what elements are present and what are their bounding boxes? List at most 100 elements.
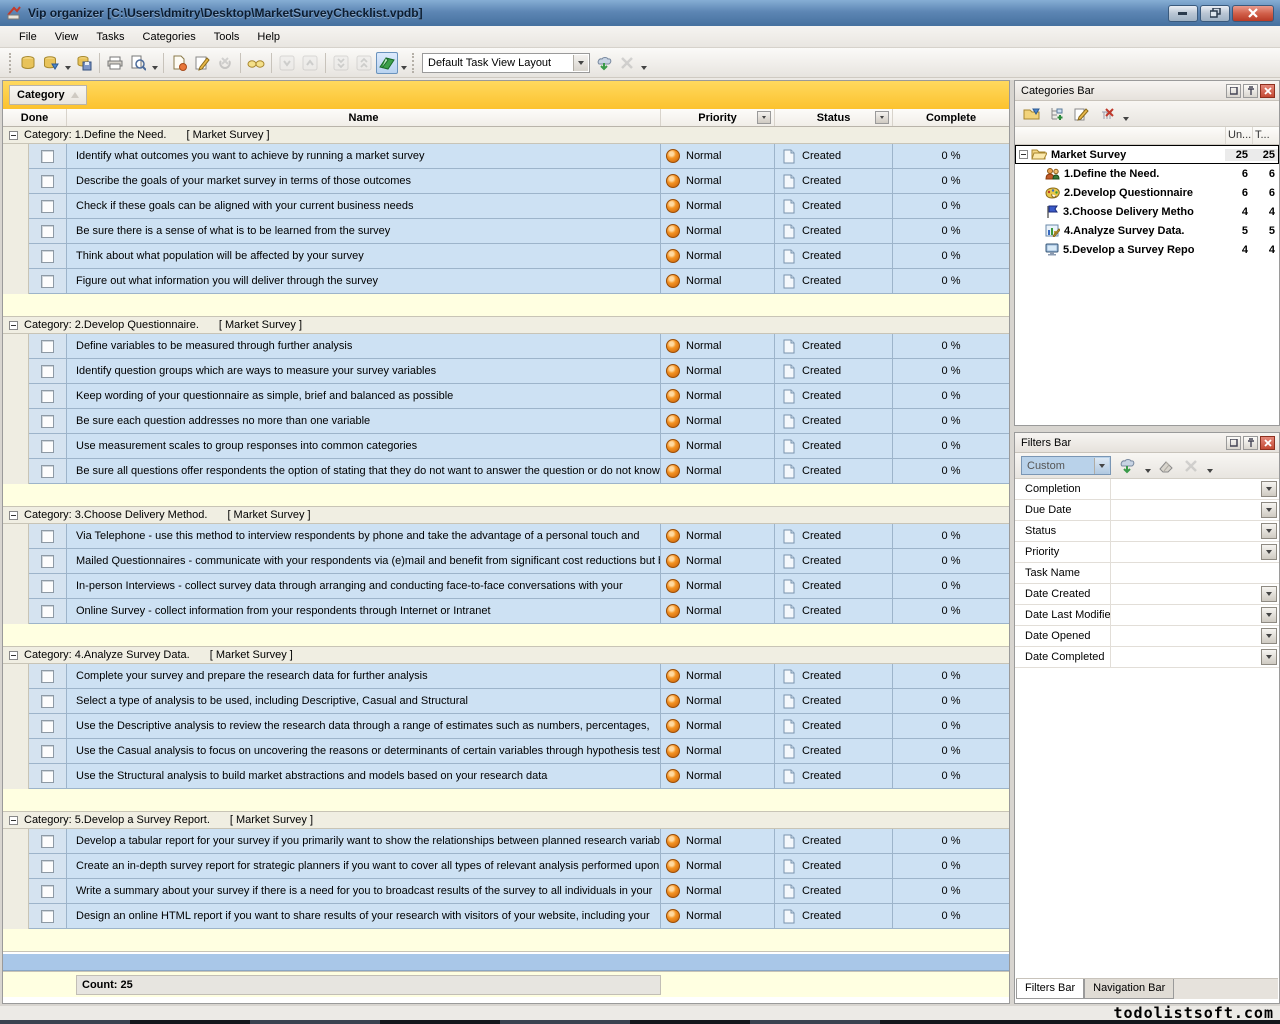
priority-cell[interactable]: Normal — [661, 879, 775, 904]
column-priority[interactable]: Priority — [661, 109, 775, 126]
priority-cell[interactable]: Normal — [661, 829, 775, 854]
filter-dropdown-button[interactable] — [1261, 586, 1277, 602]
table-row[interactable]: Check if these goals can be aligned with… — [3, 194, 1009, 219]
done-cell[interactable] — [29, 714, 67, 739]
apply-filter-dropdown[interactable] — [1143, 455, 1152, 477]
table-row[interactable]: Identify what outcomes you want to achie… — [3, 144, 1009, 169]
task-checkbox[interactable] — [41, 860, 54, 873]
task-checkbox[interactable] — [41, 275, 54, 288]
priority-cell[interactable]: Normal — [661, 764, 775, 789]
done-cell[interactable] — [29, 829, 67, 854]
layout-combo-arrow[interactable] — [573, 55, 588, 71]
categories-close-icon[interactable] — [1260, 84, 1275, 98]
complete-cell[interactable]: 0 % — [893, 459, 1009, 484]
edit-task-button[interactable] — [191, 52, 213, 74]
done-cell[interactable] — [29, 689, 67, 714]
tree-item[interactable]: 4.Analyze Survey Data.55 — [1015, 221, 1279, 240]
table-row[interactable]: Describe the goals of your market survey… — [3, 169, 1009, 194]
delete-filter-button[interactable] — [1180, 455, 1202, 477]
add-subcategory-button[interactable] — [1046, 103, 1068, 125]
filter-value-field[interactable] — [1111, 563, 1279, 583]
task-checkbox[interactable] — [41, 440, 54, 453]
done-cell[interactable] — [29, 764, 67, 789]
tree-minus-icon[interactable] — [1019, 150, 1028, 159]
done-cell[interactable] — [29, 269, 67, 294]
priority-cell[interactable]: Normal — [661, 219, 775, 244]
filter-dropdown-button[interactable] — [1261, 628, 1277, 644]
status-cell[interactable]: Created — [775, 434, 893, 459]
status-cell[interactable]: Created — [775, 689, 893, 714]
filters-restore-icon[interactable] — [1226, 436, 1241, 450]
status-cell[interactable]: Created — [775, 829, 893, 854]
tree-item[interactable]: 3.Choose Delivery Metho44 — [1015, 202, 1279, 221]
complete-cell[interactable]: 0 % — [893, 904, 1009, 929]
task-checkbox[interactable] — [41, 150, 54, 163]
status-cell[interactable]: Created — [775, 334, 893, 359]
complete-cell[interactable]: 0 % — [893, 764, 1009, 789]
table-row[interactable]: Use the Descriptive analysis to review t… — [3, 714, 1009, 739]
task-name-cell[interactable]: In-person Interviews - collect survey da… — [67, 574, 661, 599]
complete-cell[interactable]: 0 % — [893, 269, 1009, 294]
table-row[interactable]: Identify question groups which are ways … — [3, 359, 1009, 384]
task-checkbox[interactable] — [41, 465, 54, 478]
task-name-cell[interactable]: Identify question groups which are ways … — [67, 359, 661, 384]
status-cell[interactable]: Created — [775, 879, 893, 904]
status-cell[interactable]: Created — [775, 409, 893, 434]
priority-cell[interactable]: Normal — [661, 359, 775, 384]
group-header[interactable]: Category: 4.Analyze Survey Data.[ Market… — [3, 647, 1009, 664]
priority-cell[interactable]: Normal — [661, 854, 775, 879]
task-checkbox[interactable] — [41, 225, 54, 238]
priority-cell[interactable]: Normal — [661, 244, 775, 269]
save-layout-button[interactable] — [593, 52, 615, 74]
collapse-group-icon[interactable] — [9, 651, 18, 660]
tree-column-total[interactable]: T... — [1252, 127, 1279, 144]
task-name-cell[interactable]: Complete your survey and prepare the res… — [67, 664, 661, 689]
filter-value-field[interactable] — [1111, 584, 1279, 604]
complete-cell[interactable]: 0 % — [893, 574, 1009, 599]
tree-item-root[interactable]: Market Survey2525 — [1015, 145, 1279, 164]
task-checkbox[interactable] — [41, 250, 54, 263]
complete-cell[interactable]: 0 % — [893, 829, 1009, 854]
filter-value-field[interactable] — [1111, 605, 1279, 625]
done-cell[interactable] — [29, 549, 67, 574]
task-name-cell[interactable]: Identify what outcomes you want to achie… — [67, 144, 661, 169]
filter-dropdown-button[interactable] — [1261, 544, 1277, 560]
complete-cell[interactable]: 0 % — [893, 219, 1009, 244]
status-cell[interactable]: Created — [775, 384, 893, 409]
categories-toolbar-dropdown[interactable] — [1121, 103, 1130, 125]
collapse-group-icon[interactable] — [9, 816, 18, 825]
done-cell[interactable] — [29, 459, 67, 484]
task-checkbox[interactable] — [41, 340, 54, 353]
tree-collapse[interactable] — [1015, 150, 1031, 159]
task-name-cell[interactable]: Select a type of analysis to be used, in… — [67, 689, 661, 714]
complete-cell[interactable]: 0 % — [893, 244, 1009, 269]
task-name-cell[interactable]: Use measurement scales to group response… — [67, 434, 661, 459]
task-checkbox[interactable] — [41, 390, 54, 403]
complete-cell[interactable]: 0 % — [893, 434, 1009, 459]
status-cell[interactable]: Created — [775, 459, 893, 484]
print-dropdown[interactable] — [150, 52, 159, 74]
complete-cell[interactable]: 0 % — [893, 169, 1009, 194]
task-view-dropdown[interactable] — [399, 52, 408, 74]
complete-cell[interactable]: 0 % — [893, 739, 1009, 764]
column-name[interactable]: Name — [67, 109, 661, 126]
done-cell[interactable] — [29, 524, 67, 549]
filters-pin-icon[interactable] — [1243, 436, 1258, 450]
priority-cell[interactable]: Normal — [661, 524, 775, 549]
priority-cell[interactable]: Normal — [661, 574, 775, 599]
menu-help[interactable]: Help — [248, 29, 289, 45]
priority-cell[interactable]: Normal — [661, 664, 775, 689]
complete-cell[interactable]: 0 % — [893, 144, 1009, 169]
filters-close-icon[interactable] — [1260, 436, 1275, 450]
status-cell[interactable]: Created — [775, 764, 893, 789]
task-name-cell[interactable]: Mailed Questionnaires - communicate with… — [67, 549, 661, 574]
table-row[interactable]: Create an in-depth survey report for str… — [3, 854, 1009, 879]
status-cell[interactable]: Created — [775, 194, 893, 219]
status-cell[interactable]: Created — [775, 269, 893, 294]
priority-cell[interactable]: Normal — [661, 904, 775, 929]
task-checkbox[interactable] — [41, 770, 54, 783]
done-cell[interactable] — [29, 739, 67, 764]
complete-cell[interactable]: 0 % — [893, 359, 1009, 384]
filter-value-field[interactable] — [1111, 500, 1279, 520]
status-cell[interactable]: Created — [775, 169, 893, 194]
